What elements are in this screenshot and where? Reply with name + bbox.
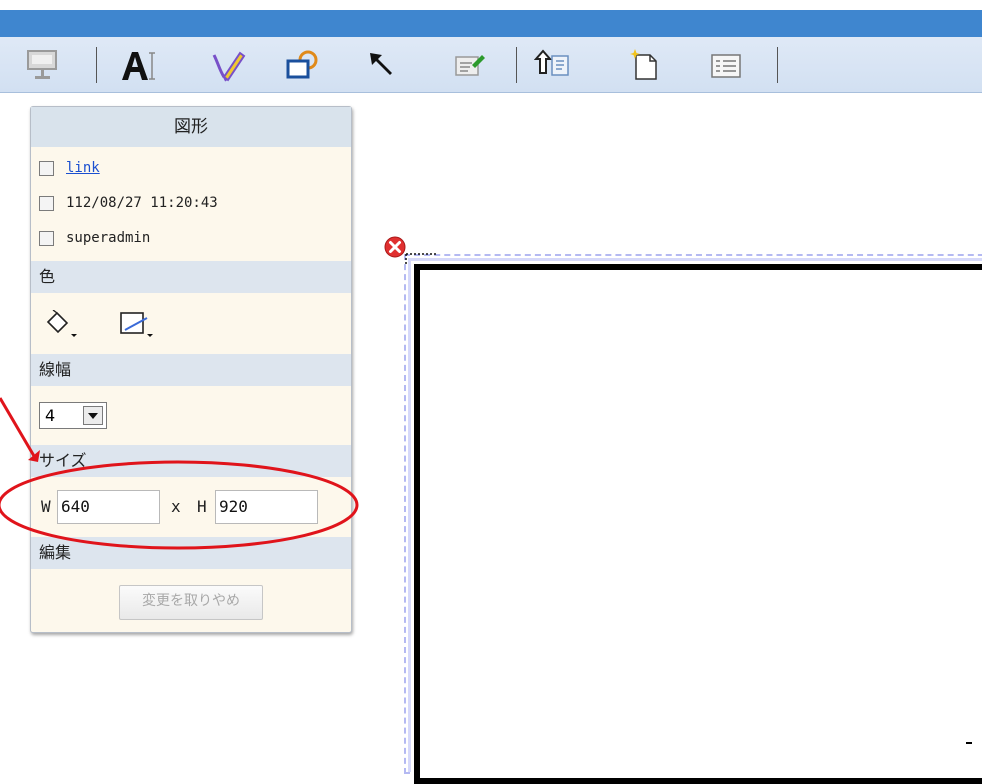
canvas-edge-mark (966, 742, 972, 744)
chevron-down-icon[interactable] (83, 406, 103, 425)
check-row-user: superadmin (39, 226, 150, 250)
link-label[interactable]: link (66, 160, 100, 176)
title-bar-band (0, 10, 982, 37)
delete-shape-icon[interactable] (384, 236, 406, 258)
check-row-date: 112/08/27 11:20:43 (39, 191, 218, 215)
toolbar (0, 37, 982, 93)
color-section-header: 色 (31, 261, 351, 293)
user-checkbox[interactable] (39, 230, 54, 246)
fill-color-icon[interactable] (45, 309, 81, 342)
upload-icon[interactable] (534, 47, 572, 83)
line-color-icon[interactable] (119, 310, 159, 342)
width-input[interactable]: 640 (57, 490, 160, 524)
shape-tool-icon[interactable] (284, 47, 322, 83)
toolbar-separator (516, 47, 517, 83)
height-label: H (197, 497, 207, 516)
line-width-select[interactable]: 4 (39, 402, 107, 429)
width-label: W (41, 497, 51, 516)
title-bar (0, 0, 982, 37)
toolbar-separator (777, 47, 778, 83)
pen-tool-icon[interactable] (210, 47, 248, 83)
check-row-link: link (39, 156, 100, 180)
cancel-changes-button[interactable]: 変更を取りやめ (119, 585, 263, 620)
panel-title: 図形 (31, 107, 351, 147)
select-arrow-icon[interactable] (364, 47, 402, 83)
height-input[interactable]: 920 (215, 490, 318, 524)
date-checkbox[interactable] (39, 195, 54, 211)
date-label: 112/08/27 11:20:43 (66, 195, 218, 211)
link-checkbox[interactable] (39, 160, 54, 176)
list-icon[interactable] (708, 47, 746, 83)
x-label: x (171, 497, 181, 516)
selection-handle-lines (405, 253, 438, 264)
shape-properties-panel: 図形 link 112/08/27 11:20:43 superadmin 色 … (30, 106, 352, 633)
line-width-section-header: 線幅 (31, 354, 351, 386)
note-edit-icon[interactable] (450, 47, 488, 83)
user-label: superadmin (66, 230, 151, 246)
line-width-value: 4 (45, 406, 56, 425)
edit-section-header: 編集 (31, 537, 351, 569)
annotation-arrow (0, 397, 36, 457)
toolbar-separator (96, 47, 97, 83)
presentation-icon[interactable] (24, 47, 62, 83)
size-section-header: サイズ (31, 445, 351, 477)
selected-rectangle-shape[interactable] (414, 264, 982, 784)
new-page-icon[interactable] (626, 47, 664, 83)
text-tool-icon[interactable] (120, 47, 158, 83)
